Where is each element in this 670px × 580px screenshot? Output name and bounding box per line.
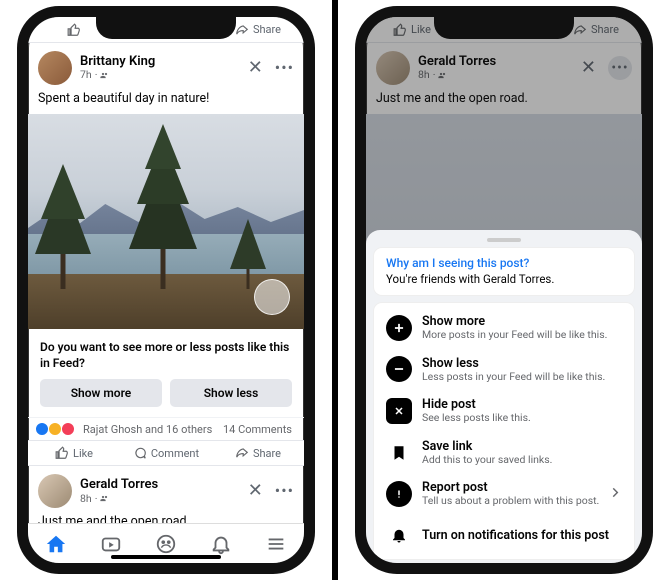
nav-watch[interactable] [100,533,122,555]
phone-left: Share Brittany King 7h· ✕ [17,6,315,574]
image-overlay-button[interactable] [254,279,290,315]
home-indicator [111,555,221,559]
like-action[interactable]: Like [28,446,120,460]
close-button[interactable]: ✕ [248,59,263,77]
option-sub: More posts in your Feed will be like thi… [422,329,607,342]
options-card: Show moreMore posts in your Feed will be… [374,303,634,559]
option-title: Report post [422,480,599,495]
share-icon [235,446,249,460]
option-title: Show more [422,314,607,329]
option-save-link[interactable]: Save linkAdd this to your saved links. [380,432,628,474]
option-sub: Less posts in your Feed will be like thi… [422,371,605,384]
post2-meta: 8h· [80,493,240,505]
groups-icon [155,533,177,555]
option-sub: See less posts like this. [422,412,531,425]
sheet-handle[interactable] [487,238,521,242]
minus-icon [386,356,412,382]
post1-avatar[interactable] [38,51,72,85]
home-icon [45,533,67,555]
share-label: Share [253,23,281,36]
bell-icon [210,533,232,555]
post-options-sheet: Why am I seeing this post? You're friend… [366,230,642,563]
friends-icon [100,71,109,80]
post1-meta: 7h· [80,69,240,81]
feedback-question: Do you want to see more or less posts li… [40,339,292,371]
nav-groups[interactable] [155,533,177,555]
post1-time: 7h [80,69,92,81]
close-button[interactable]: ✕ [248,482,263,500]
option-title: Save link [422,439,552,454]
post2-header: Gerald Torres 8h· ✕ ••• [28,466,304,512]
bookmark-icon [386,440,412,466]
more-button[interactable]: ••• [275,60,294,76]
nav-menu[interactable] [265,533,287,555]
like-label: Like [73,447,93,460]
option-title: Hide post [422,397,531,412]
option-hide-post[interactable]: Hide postSee less posts like this. [380,390,628,432]
option-title: Turn on notifications for this post [422,528,609,543]
bell-icon [386,522,412,548]
post1-header: Brittany King 7h· ✕ ••• [28,43,304,89]
more-button[interactable]: ••• [275,483,294,499]
why-seeing-answer: You're friends with Gerald Torres. [386,272,622,286]
post1-image[interactable] [28,114,304,329]
like-icon [67,23,81,37]
reaction-text: Rajat Ghosh and 16 others [83,423,212,436]
watch-icon [100,533,122,555]
share-label: Share [253,447,281,460]
post1-author[interactable]: Brittany King [80,55,240,69]
why-seeing-card[interactable]: Why am I seeing this post? You're friend… [374,248,634,295]
menu-icon [265,533,287,555]
comment-action[interactable]: Comment [120,446,212,460]
friends-icon [100,494,109,503]
option-turn-on-notifications[interactable]: Turn on notifications for this post [380,515,628,555]
notch [434,17,574,39]
feed-feedback-prompt: Do you want to see more or less posts li… [28,329,304,417]
x-icon [386,398,412,424]
post2-time: 8h [80,493,92,505]
nav-notifications[interactable] [210,533,232,555]
reaction-wow-icon [48,422,62,436]
post1-text: Spent a beautiful day in nature! [28,89,304,114]
option-title: Show less [422,356,605,371]
post2-author[interactable]: Gerald Torres [80,478,240,492]
post2-avatar[interactable] [38,474,72,508]
nav-home[interactable] [45,533,67,555]
option-sub: Tell us about a problem with this post. [422,495,599,508]
option-report-post[interactable]: Report postTell us about a problem with … [380,473,628,515]
reaction-row[interactable]: Rajat Ghosh and 16 others 14 Comments [28,417,304,440]
reaction-like-icon [35,422,49,436]
show-more-button[interactable]: Show more [40,379,162,407]
option-show-less[interactable]: Show lessLess posts in your Feed will be… [380,349,628,391]
plus-icon [386,315,412,341]
like-icon [55,446,69,460]
comment-icon [133,446,147,460]
reaction-love-icon [61,422,75,436]
option-sub: Add this to your saved links. [422,454,552,467]
alert-icon [386,481,412,507]
share-action[interactable]: Share [212,446,304,460]
comment-label: Comment [151,447,199,460]
show-less-button[interactable]: Show less [170,379,292,407]
comment-count[interactable]: 14 Comments [223,423,292,436]
phone-right: Like Comment Share Gerald Torres [355,6,653,574]
post1-action-bar: Like Comment Share [28,440,304,466]
notch [96,17,236,39]
share-icon [235,23,249,37]
chevron-right-icon [608,485,622,504]
option-show-more[interactable]: Show moreMore posts in your Feed will be… [380,307,628,349]
why-seeing-question: Why am I seeing this post? [386,256,622,270]
